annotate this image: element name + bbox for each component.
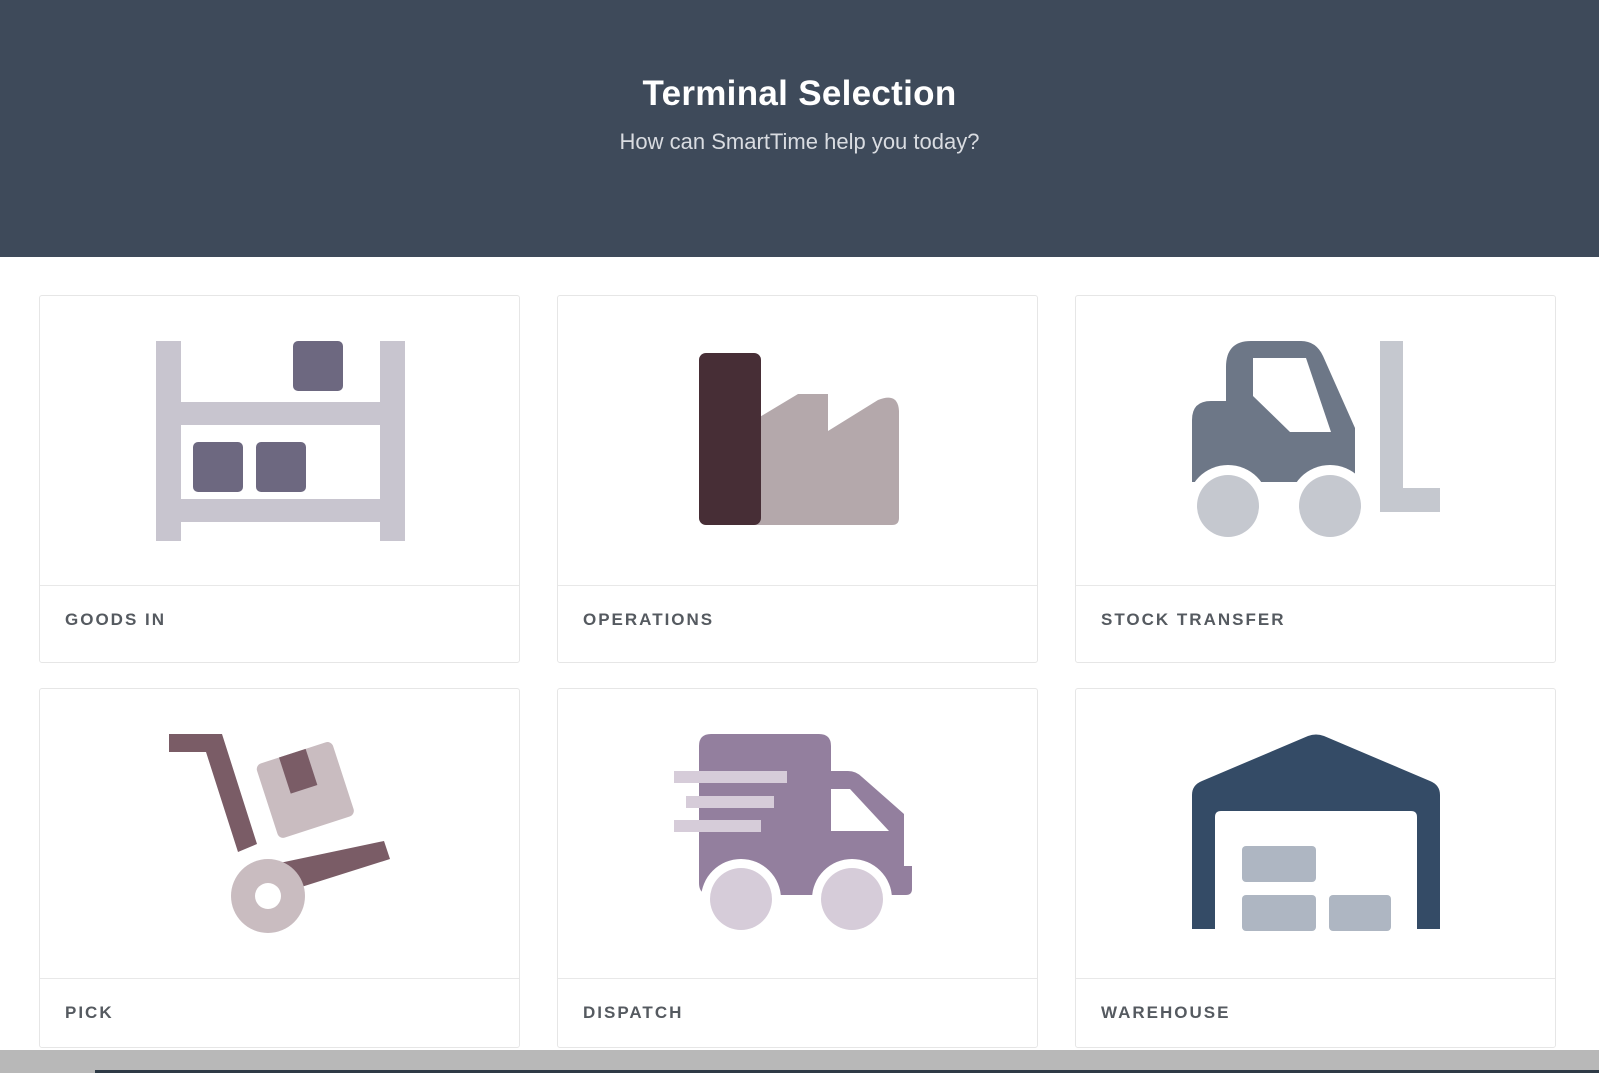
- warehouse-icon: [1192, 734, 1440, 931]
- tile-operations-art: [558, 296, 1037, 586]
- tile-dispatch[interactable]: DISPATCH: [557, 688, 1038, 1048]
- tile-stock-transfer[interactable]: STOCK TRANSFER: [1075, 295, 1556, 663]
- tile-operations-label: OPERATIONS: [583, 610, 715, 629]
- tile-pick-art: [40, 689, 519, 979]
- tile-dispatch-label: DISPATCH: [583, 1003, 684, 1022]
- tile-goods-in[interactable]: GOODS IN: [39, 295, 520, 663]
- tile-pick-label: PICK: [65, 1003, 114, 1022]
- tile-goods-in-label: GOODS IN: [65, 610, 167, 629]
- tile-warehouse-label: WAREHOUSE: [1101, 1003, 1231, 1022]
- terminal-grid: GOODS IN OPERATIONS STOCK TRANSFER PICK …: [0, 0, 1599, 1073]
- tile-stock-transfer-label: STOCK TRANSFER: [1101, 610, 1286, 629]
- factory-icon: [699, 353, 899, 525]
- tile-dispatch-art: [558, 689, 1037, 979]
- hand-truck-icon: [169, 734, 390, 933]
- tile-pick[interactable]: PICK: [39, 688, 520, 1048]
- delivery-van-icon: [674, 734, 912, 939]
- tile-warehouse[interactable]: WAREHOUSE: [1075, 688, 1556, 1048]
- horizontal-scrollbar[interactable]: [0, 1050, 1599, 1073]
- shelving-boxes-icon: [156, 341, 405, 541]
- tile-goods-in-art: [40, 296, 519, 586]
- tile-stock-transfer-art: [1076, 296, 1555, 586]
- tile-warehouse-art: [1076, 689, 1555, 979]
- forklift-icon: [1187, 341, 1440, 547]
- tile-operations[interactable]: OPERATIONS: [557, 295, 1038, 663]
